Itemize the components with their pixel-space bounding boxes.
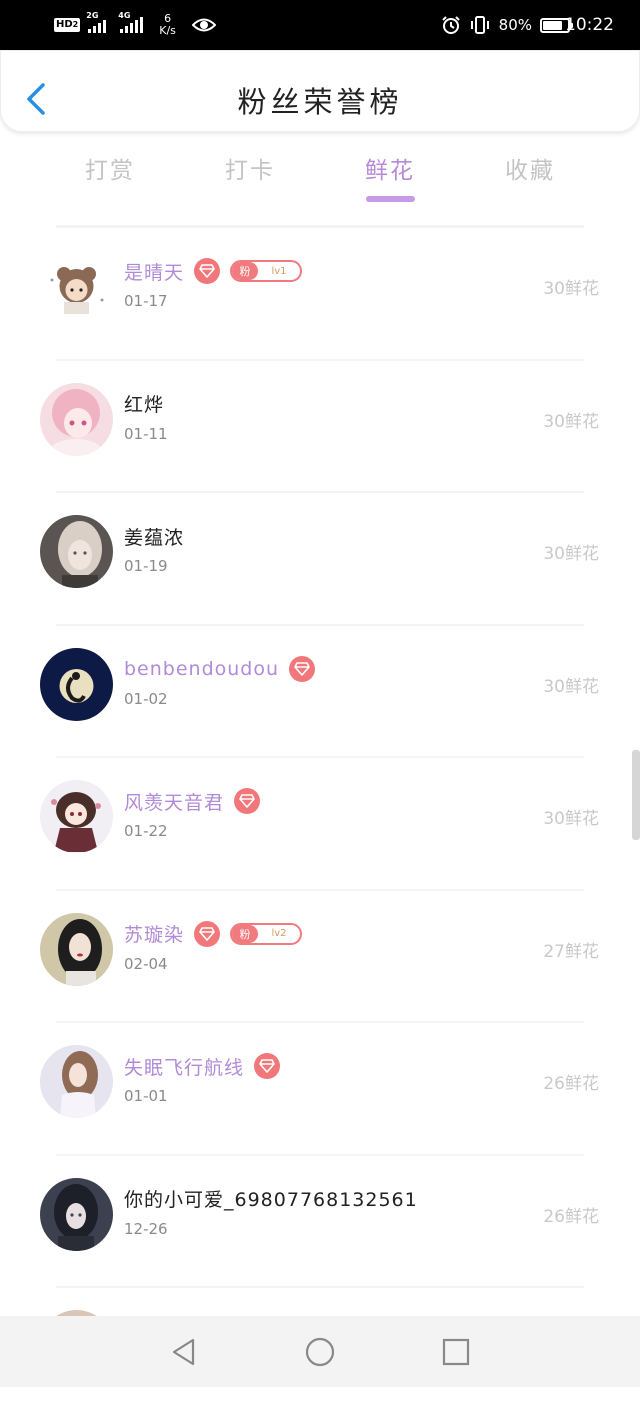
username[interactable]: 苏璇染	[124, 920, 184, 947]
list-item[interactable]: 风羡天音君 01-22 30鲜花	[0, 758, 640, 891]
alarm-icon	[441, 16, 460, 34]
flower-count: 30鲜花	[543, 544, 599, 564]
list-item[interactable]: 红烨 01-11 30鲜花	[0, 361, 640, 493]
recents-square-icon[interactable]	[440, 1336, 472, 1368]
scrollbar[interactable]	[632, 750, 640, 840]
flower-count: 30鲜花	[543, 279, 599, 299]
flower-count: 26鲜花	[543, 1074, 599, 1094]
username[interactable]: 失眠飞行航线	[124, 1053, 244, 1080]
list-item[interactable]: 你的小可爱_69807768132561 12-26 26鲜花	[0, 1156, 640, 1288]
tab-bar: 打赏 打卡 鲜花 收藏	[40, 150, 600, 210]
diamond-vip-icon	[289, 655, 316, 682]
flower-count: 30鲜花	[543, 809, 599, 829]
fan-level-badge: 粉 lv1	[230, 260, 303, 282]
username[interactable]: 姜蕴浓	[124, 523, 184, 550]
gothic-anime-avatar[interactable]	[40, 1177, 113, 1251]
username[interactable]: 红烨	[124, 390, 164, 417]
date: 01-22	[124, 822, 168, 840]
list-item[interactable]: 姜蕴浓 01-19 30鲜花	[0, 493, 640, 626]
hd-voice-icon: HD2	[54, 18, 81, 32]
fan-level-badge: 粉 lv2	[230, 922, 303, 945]
diamond-vip-icon	[194, 920, 221, 947]
dark-hair-avatar[interactable]	[40, 912, 113, 986]
bear-hood-avatar[interactable]	[40, 250, 113, 323]
date: 12-26	[124, 1219, 168, 1238]
signal-2g-icon: 2G	[86, 11, 107, 33]
diamond-vip-icon	[234, 788, 261, 814]
date: 01-17	[124, 292, 168, 310]
soft-photo-avatar[interactable]	[40, 1045, 113, 1118]
moon-night-avatar[interactable]	[40, 647, 113, 721]
date: 01-01	[124, 1087, 168, 1105]
chibi-anime-avatar[interactable]	[40, 780, 113, 853]
pink-anime-avatar[interactable]	[40, 382, 113, 456]
list-item[interactable]: 苏璇染 粉 lv2 02-04 27鲜花	[0, 891, 640, 1023]
username[interactable]: 风羡天音君	[124, 788, 224, 815]
date: 01-19	[124, 557, 168, 575]
list-item[interactable]: 是晴天 粉 lv1 01-17 30鲜花	[0, 228, 640, 361]
back-triangle-icon[interactable]	[168, 1336, 200, 1368]
flower-count: 27鲜花	[543, 941, 599, 962]
username[interactable]: 是晴天	[124, 258, 184, 285]
network-speed: 6 K/s	[159, 12, 176, 37]
diamond-vip-icon	[194, 258, 221, 284]
list-item[interactable]: 失眠飞行航线 01-01 26鲜花	[0, 1023, 640, 1156]
clock: 10:22	[565, 15, 614, 35]
diamond-vip-icon	[254, 1053, 281, 1079]
list-item[interactable]: benbendoudou 01-02 30鲜花	[0, 626, 640, 758]
battery-percent: 80%	[498, 16, 532, 34]
username[interactable]: 你的小可爱_69807768132561	[124, 1185, 418, 1212]
page-title: 粉丝荣誉榜	[237, 85, 403, 119]
flower-count: 30鲜花	[543, 676, 599, 697]
tab-reward[interactable]: 打赏	[40, 150, 180, 206]
flower-count: 30鲜花	[543, 411, 599, 432]
app-header: 粉丝荣誉榜	[0, 50, 640, 132]
signal-4g-icon: 4G	[118, 11, 144, 33]
date: 01-02	[124, 689, 168, 708]
tab-favorites[interactable]: 收藏	[460, 150, 600, 206]
status-bar: HD2 2G 4G 6 K/s 80% 10:22	[0, 0, 640, 50]
active-tab-indicator	[366, 196, 415, 202]
photo-girl-avatar[interactable]	[40, 515, 113, 588]
tab-flowers[interactable]: 鲜花	[320, 150, 460, 206]
fan-list: 是晴天 粉 lv1 01-17 30鲜花 红烨 01-11 30鲜花 姜蕴浓 0…	[0, 228, 640, 1421]
system-nav-bar	[0, 1316, 640, 1387]
eye-icon	[191, 18, 216, 32]
flower-count: 26鲜花	[543, 1206, 599, 1227]
vibrate-icon	[470, 16, 489, 34]
username[interactable]: benbendoudou	[124, 658, 279, 680]
home-circle-icon[interactable]	[304, 1336, 336, 1368]
date: 02-04	[124, 954, 168, 973]
tab-checkin[interactable]: 打卡	[180, 150, 320, 206]
date: 01-11	[124, 424, 168, 443]
